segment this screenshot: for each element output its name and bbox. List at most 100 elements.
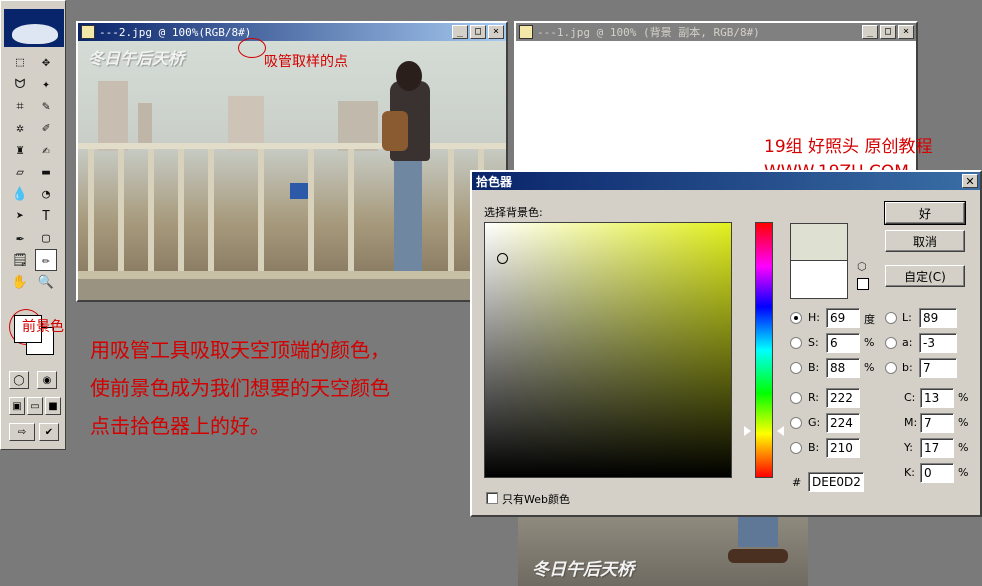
m-input[interactable]: 7 (920, 413, 954, 433)
path-select-tool[interactable]: ➤ (9, 205, 31, 227)
s-input[interactable]: 6 (826, 333, 860, 353)
l-input[interactable]: 89 (919, 308, 957, 328)
type-tool[interactable]: T (35, 205, 57, 227)
close-button[interactable]: × (488, 25, 504, 39)
hue-slider-right-arrow[interactable] (777, 426, 784, 436)
g-input[interactable]: 224 (826, 413, 860, 433)
eyedropper-point-label: 吸管取样的点 (264, 54, 348, 70)
a-label: a: (902, 336, 913, 349)
white-canvas[interactable] (516, 41, 916, 181)
lab-b-label: b: (902, 361, 913, 374)
lab-b-input[interactable]: 7 (919, 358, 957, 378)
web-only-label: 只有Web颜色 (502, 493, 570, 506)
eraser-tool[interactable]: ▱ (9, 161, 31, 183)
quickmask-mode-button[interactable]: ◉ (37, 371, 57, 389)
hex-label: # (792, 476, 802, 489)
k-unit: % (958, 466, 969, 479)
brush-tool[interactable]: ✐ (35, 117, 57, 139)
a-input[interactable]: -3 (919, 333, 957, 353)
healing-tool[interactable]: ✲ (9, 117, 31, 139)
instruction-line-1: 用吸管工具吸取天空顶端的颜色， (90, 338, 390, 362)
s-unit: % (864, 336, 875, 349)
ok-button[interactable]: 好 (884, 201, 966, 225)
b-label: B: (808, 361, 820, 374)
custom-button[interactable]: 自定(C) (885, 265, 965, 287)
b-radio[interactable] (790, 362, 802, 374)
y-input[interactable]: 17 (920, 438, 954, 458)
document-titlebar[interactable]: ---2.jpg @ 100%(RGB/8#) _ □ × (78, 23, 506, 41)
standard-mode-button[interactable]: ◯ (9, 371, 29, 389)
screen-mode-standard-button[interactable]: ▣ (9, 397, 25, 415)
slice-tool[interactable]: ✎ (35, 95, 57, 117)
document-icon (81, 25, 95, 39)
magic-wand-tool[interactable]: ✦ (35, 73, 57, 95)
l-radio[interactable] (885, 312, 897, 324)
document-titlebar[interactable]: ---1.jpg @ 100% (背景 副本, RGB/8#) _ □ × (516, 23, 916, 41)
hue-slider-left-arrow[interactable] (744, 426, 751, 436)
lasso-tool[interactable]: ᗢ (9, 73, 31, 95)
gamut-square-icon[interactable] (857, 278, 869, 290)
maximize-button[interactable]: □ (880, 25, 896, 39)
c-input[interactable]: 13 (920, 388, 954, 408)
document-window-1[interactable]: ---1.jpg @ 100% (背景 副本, RGB/8#) _ □ × (514, 21, 918, 181)
eyedropper-tool[interactable]: ✏ (35, 249, 57, 271)
close-button[interactable]: × (898, 25, 914, 39)
web-safe-cube-icon[interactable]: ⬡ (857, 260, 867, 273)
imageready-icon[interactable]: ✔ (39, 423, 59, 441)
k-input[interactable]: 0 (920, 463, 954, 483)
dialog-close-button[interactable]: ✕ (962, 174, 978, 188)
hex-input[interactable]: DEE0D2 (808, 472, 864, 492)
minimize-button[interactable]: _ (452, 25, 468, 39)
h-radio[interactable] (790, 312, 802, 324)
old-color-preview[interactable] (790, 261, 848, 299)
r-input[interactable]: 222 (826, 388, 860, 408)
history-brush-tool[interactable]: ✍ (35, 139, 57, 161)
maximize-button[interactable]: □ (470, 25, 486, 39)
r-radio[interactable] (790, 392, 802, 404)
dodge-tool[interactable]: ◔ (35, 183, 57, 205)
color-field[interactable] (484, 222, 732, 478)
sample-point-circle (238, 38, 266, 58)
hue-slider[interactable] (755, 222, 773, 478)
cancel-button[interactable]: 取消 (885, 230, 965, 252)
feather-icon (12, 24, 58, 44)
bottom-photo-canvas: 冬日午后天桥 (518, 517, 808, 586)
screen-mode-full-menu-button[interactable]: ▭ (27, 397, 43, 415)
color-picker-dialog[interactable]: 拾色器 ✕ 选择背景色: ⬡ 好 取消 自定(C) H: 69 度 S: 6 %… (470, 170, 982, 517)
gradient-tool[interactable]: ▬ (35, 161, 57, 183)
c-label: C: (904, 391, 916, 404)
toolbox-panel: ⬚ ✥ ᗢ ✦ ⌗ ✎ ✲ ✐ ♜ ✍ ▱ ▬ 💧 ◔ ➤ T ✒ ▢ 🗒 ✏ ✋ 🔍 ◯ ◉ ▣ ▭ ■ ⇨ ✔ (0, 0, 66, 450)
rgb-b-radio[interactable] (790, 442, 802, 454)
dialog-titlebar[interactable]: 拾色器 ✕ (472, 172, 980, 190)
a-radio[interactable] (885, 337, 897, 349)
notes-tool[interactable]: 🗒 (9, 249, 31, 271)
b-unit: % (864, 361, 875, 374)
jump-to-imageready-button[interactable]: ⇨ (9, 423, 35, 441)
marquee-tool[interactable]: ⬚ (9, 51, 31, 73)
shape-tool[interactable]: ▢ (35, 227, 57, 249)
h-label: H: (808, 311, 820, 324)
rgb-b-input[interactable]: 210 (826, 438, 860, 458)
photo-canvas[interactable]: 冬日午后天桥 (78, 41, 506, 300)
blur-tool[interactable]: 💧 (9, 183, 31, 205)
zoom-tool[interactable]: 🔍 (35, 271, 57, 293)
web-only-checkbox[interactable] (486, 492, 498, 504)
color-field-ring[interactable] (497, 253, 508, 264)
lab-b-radio[interactable] (885, 362, 897, 374)
pen-tool[interactable]: ✒ (9, 227, 31, 249)
minimize-button[interactable]: _ (862, 25, 878, 39)
b-input[interactable]: 88 (826, 358, 860, 378)
document-title: ---1.jpg @ 100% (背景 副本, RGB/8#) (537, 26, 760, 39)
s-radio[interactable] (790, 337, 802, 349)
move-tool[interactable]: ✥ (35, 51, 57, 73)
g-radio[interactable] (790, 417, 802, 429)
h-input[interactable]: 69 (826, 308, 860, 328)
screen-mode-full-button[interactable]: ■ (45, 397, 61, 415)
m-label: M: (904, 416, 918, 429)
crop-tool[interactable]: ⌗ (9, 95, 31, 117)
k-label: K: (904, 466, 915, 479)
rgb-b-label: B: (808, 441, 820, 454)
hand-tool[interactable]: ✋ (9, 271, 31, 293)
m-unit: % (958, 416, 969, 429)
stamp-tool[interactable]: ♜ (9, 139, 31, 161)
